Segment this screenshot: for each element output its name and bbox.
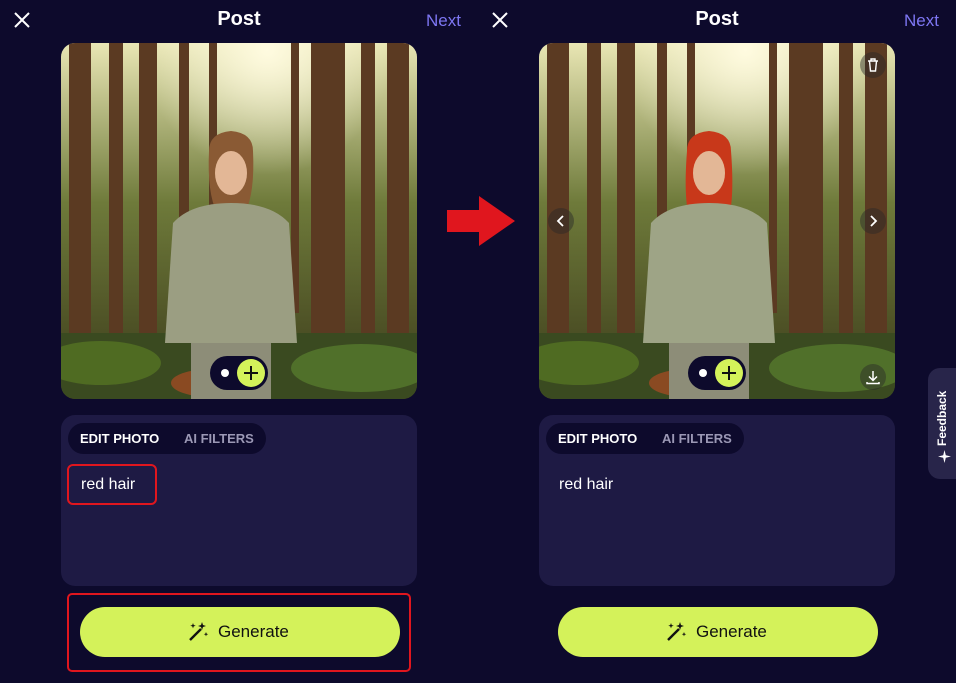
right-panel: Post Next EDIT PHOTO AI FILTERS red hair… [478, 0, 956, 683]
prev-image-button[interactable] [548, 208, 574, 234]
edit-card: EDIT PHOTO AI FILTERS red hair [539, 415, 895, 586]
next-link[interactable]: Next [426, 11, 461, 31]
slider-dot[interactable] [699, 369, 707, 377]
feedback-tab[interactable]: Feedback [928, 368, 956, 479]
generate-label: Generate [696, 622, 767, 641]
forest-photo-edited [539, 43, 895, 399]
trash-icon [868, 58, 878, 72]
tab-ai-filters[interactable]: AI FILTERS [184, 431, 254, 446]
prompt-highlight [67, 464, 157, 505]
arrow-right-icon [447, 196, 515, 246]
tab-edit-photo[interactable]: EDIT PHOTO [558, 431, 637, 446]
next-link[interactable]: Next [904, 11, 939, 31]
page-title: Post [217, 8, 261, 30]
generate-button[interactable]: Generate [558, 607, 878, 657]
edit-tabs: EDIT PHOTO AI FILTERS [68, 423, 266, 454]
download-button[interactable] [860, 364, 886, 390]
magic-wand-icon [667, 622, 687, 641]
prompt-input[interactable]: red hair [559, 476, 613, 494]
plus-icon [244, 366, 258, 380]
photo-preview [61, 43, 417, 399]
chevron-left-icon [556, 215, 564, 227]
plus-icon [722, 366, 736, 380]
tab-ai-filters[interactable]: AI FILTERS [662, 431, 732, 446]
forest-photo [61, 43, 417, 399]
photo-slider [210, 356, 268, 390]
left-panel: Post Next EDIT PHOTO AI FILTERS red hair… [0, 0, 478, 683]
slider-dot[interactable] [221, 369, 229, 377]
sparkle-icon [938, 450, 951, 463]
add-photo-button[interactable] [237, 359, 265, 387]
delete-button[interactable] [860, 52, 886, 78]
next-image-button[interactable] [860, 208, 886, 234]
generate-highlight [67, 593, 411, 672]
download-icon [866, 371, 880, 385]
edit-tabs: EDIT PHOTO AI FILTERS [546, 423, 744, 454]
chevron-right-icon [870, 215, 878, 227]
photo-slider [688, 356, 746, 390]
tab-edit-photo[interactable]: EDIT PHOTO [80, 431, 159, 446]
add-photo-button[interactable] [715, 359, 743, 387]
page-title: Post [695, 8, 739, 30]
feedback-label: Feedback [935, 390, 949, 446]
photo-preview [539, 43, 895, 399]
